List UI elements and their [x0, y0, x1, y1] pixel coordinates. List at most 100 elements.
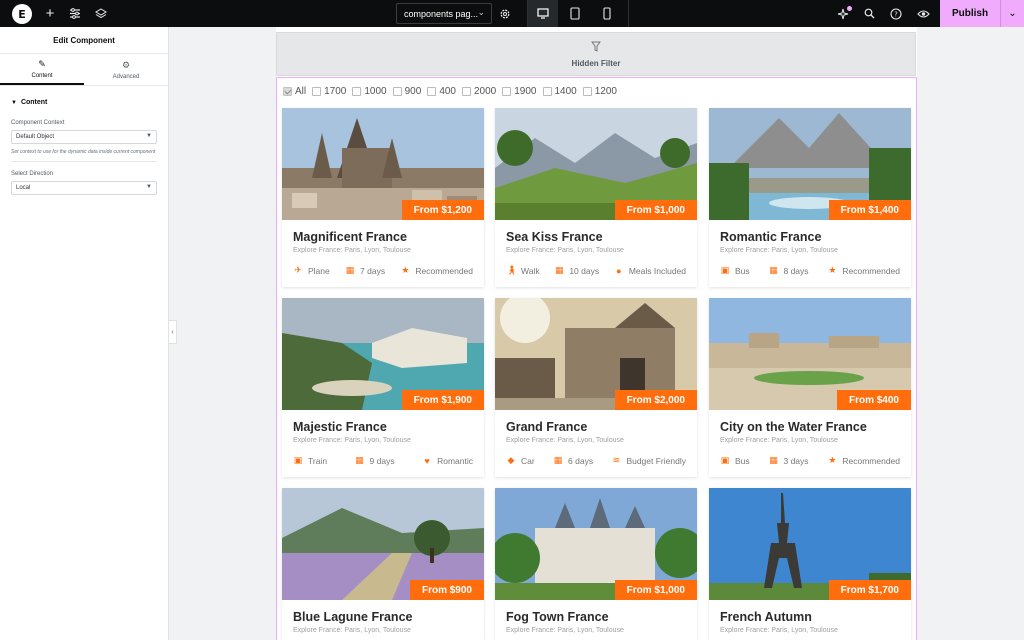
mobile-icon[interactable] [600, 0, 614, 27]
duration-meta: ▦ 7 days [345, 265, 386, 276]
filter-checkbox-1700[interactable]: 1700 [312, 86, 346, 97]
tour-image-valley: From $1,000 [495, 108, 697, 220]
checkbox[interactable] [352, 86, 362, 96]
tour-card[interactable]: From $1,900 Majestic France Explore Fran… [282, 298, 484, 477]
star-icon: ★ [401, 265, 410, 275]
duration-meta: ▦ 10 days [555, 265, 600, 276]
tour-title[interactable]: Blue Lagune France [293, 610, 484, 624]
tour-title[interactable]: French Autumn [720, 610, 911, 624]
section-toggle-content[interactable]: ▼ Content [11, 99, 168, 106]
filter-checkbox-2000[interactable]: 2000 [462, 86, 496, 97]
tour-title[interactable]: Majestic France [293, 420, 484, 434]
feature-meta: ★ Recommended [828, 265, 900, 276]
plane-icon: ✈ [294, 265, 302, 275]
filter-checkbox-900[interactable]: 900 [392, 86, 421, 97]
checkbox-checked[interactable] [283, 86, 292, 96]
filter-checkbox-1000[interactable]: 1000 [352, 86, 387, 97]
tablet-icon[interactable] [568, 0, 582, 27]
tab-content[interactable]: ✎ Content [0, 54, 84, 85]
select-direction-select[interactable]: Local ▼ [11, 181, 157, 195]
transport-meta: ▣ Bus [720, 455, 750, 466]
add-element-icon[interactable]: + [42, 0, 58, 27]
divider [628, 0, 629, 27]
checkbox[interactable] [502, 86, 512, 96]
tour-image-town: From $2,000 [495, 298, 697, 410]
tour-card[interactable]: From $1,400 Romantic France Explore Fran… [709, 108, 911, 287]
caret-down-icon: ▼ [146, 184, 152, 190]
feature-meta: ● Meals Included [614, 265, 686, 276]
help-icon[interactable]: ? [889, 0, 903, 27]
filter-checkbox-1200[interactable]: 1200 [582, 86, 617, 97]
tour-card[interactable]: From $1,200 Magnificent France Explore F… [282, 108, 484, 287]
price-badge: From $1,000 [614, 580, 697, 600]
tour-subtitle: Explore France: Paris, Lyon, Toulouse [293, 247, 411, 254]
tour-image-cliffs: From $1,900 [282, 298, 484, 410]
bus-icon: ▣ [720, 265, 730, 275]
tour-subtitle: Explore France: Paris, Lyon, Toulouse [293, 437, 411, 444]
tour-meta: 🚶︎ Walk ▦ 10 days ● Meals Included [506, 265, 686, 276]
feature-meta: ★ Recommended [828, 455, 900, 466]
filter-checkbox-all[interactable]: All [283, 86, 306, 97]
layers-icon[interactable] [93, 0, 109, 27]
top-bar: E + components pag... ⌄ ? Publish ⌄ [0, 0, 1024, 27]
tab-advanced[interactable]: ⚙ Advanced [84, 54, 168, 85]
tour-card[interactable]: From $900 Blue Lagune France Explore Fra… [282, 488, 484, 640]
checkbox[interactable] [582, 86, 592, 96]
tour-title[interactable]: Sea Kiss France [506, 230, 697, 244]
star-icon: ★ [828, 265, 837, 275]
desktop-icon[interactable] [536, 0, 550, 27]
tour-card[interactable]: From $2,000 Grand France Explore France:… [495, 298, 697, 477]
tour-title[interactable]: Magnificent France [293, 230, 484, 244]
tour-card[interactable]: From $1,700 French Autumn Explore France… [709, 488, 911, 640]
page-settings-icon[interactable] [497, 0, 513, 27]
tour-image-river: From $1,400 [709, 108, 911, 220]
search-icon[interactable] [862, 0, 876, 27]
tour-title[interactable]: Grand France [506, 420, 697, 434]
filter-checkbox-1400[interactable]: 1400 [542, 86, 577, 97]
calendar-icon: ▦ [355, 455, 364, 465]
filter-checkbox-1900[interactable]: 1900 [502, 86, 537, 97]
tour-title[interactable]: Romantic France [720, 230, 911, 244]
heart-icon: ♥ [424, 455, 430, 466]
component-context-select[interactable]: Default Object ▼ [11, 130, 157, 144]
tour-title[interactable]: City on the Water France [720, 420, 911, 434]
tour-subtitle: Explore France: Paris, Lyon, Toulouse [720, 247, 838, 254]
tour-card[interactable]: From $1,000 Fog Town France Explore Fran… [495, 488, 697, 640]
checkbox[interactable] [427, 86, 437, 96]
transport-meta: ▣ Bus [720, 265, 750, 276]
checkbox[interactable] [392, 86, 402, 96]
tour-title[interactable]: Fog Town France [506, 610, 697, 624]
transport-meta: ◆ Car [507, 455, 535, 466]
calendar-icon: ▦ [345, 265, 355, 275]
page-selector[interactable]: components pag... ⌄ [396, 3, 492, 24]
feature-meta: ♥ Romantic [422, 455, 473, 466]
publish-button[interactable]: Publish [940, 0, 1000, 27]
tour-subtitle: Explore France: Paris, Lyon, Toulouse [720, 437, 838, 444]
filter-funnel-icon [591, 41, 601, 55]
tour-image-lavender: From $900 [282, 488, 484, 600]
price-badge: From $1,700 [828, 580, 911, 600]
checkbox[interactable] [312, 86, 322, 96]
tour-card[interactable]: From $400 City on the Water France Explo… [709, 298, 911, 477]
caret-down-icon: ▼ [11, 99, 17, 106]
tour-meta: ▣ Train ▦ 9 days ♥ Romantic [293, 455, 473, 466]
filter-checkbox-400[interactable]: 400 [427, 86, 456, 97]
chevron-down-icon: ⌄ [477, 7, 485, 17]
tour-meta: ▣ Bus ▦ 3 days ★ Recommended [720, 455, 900, 466]
coins-icon: ≋ [612, 455, 621, 465]
tour-card[interactable]: From $1,000 Sea Kiss France Explore Fran… [495, 108, 697, 287]
checkbox[interactable] [462, 86, 471, 96]
checkbox[interactable] [542, 86, 552, 96]
publish-options-chevron-icon[interactable]: ⌄ [1000, 0, 1024, 27]
elementor-logo-icon[interactable]: E [12, 4, 32, 24]
tour-meta: ▣ Bus ▦ 8 days ★ Recommended [720, 265, 900, 276]
price-badge: From $900 [409, 580, 484, 600]
feature-meta: ≋ Budget Friendly [612, 455, 686, 466]
train-icon: ▣ [293, 455, 303, 465]
preview-eye-icon[interactable] [916, 0, 930, 27]
site-settings-icon[interactable] [67, 0, 83, 27]
hidden-filter-placeholder[interactable]: Hidden Filter [276, 32, 916, 76]
duration-meta: ▦ 6 days [553, 455, 594, 466]
ai-sparkle-icon[interactable] [836, 0, 850, 27]
collapse-panel-chevron-left-icon[interactable]: ‹ [169, 320, 177, 344]
